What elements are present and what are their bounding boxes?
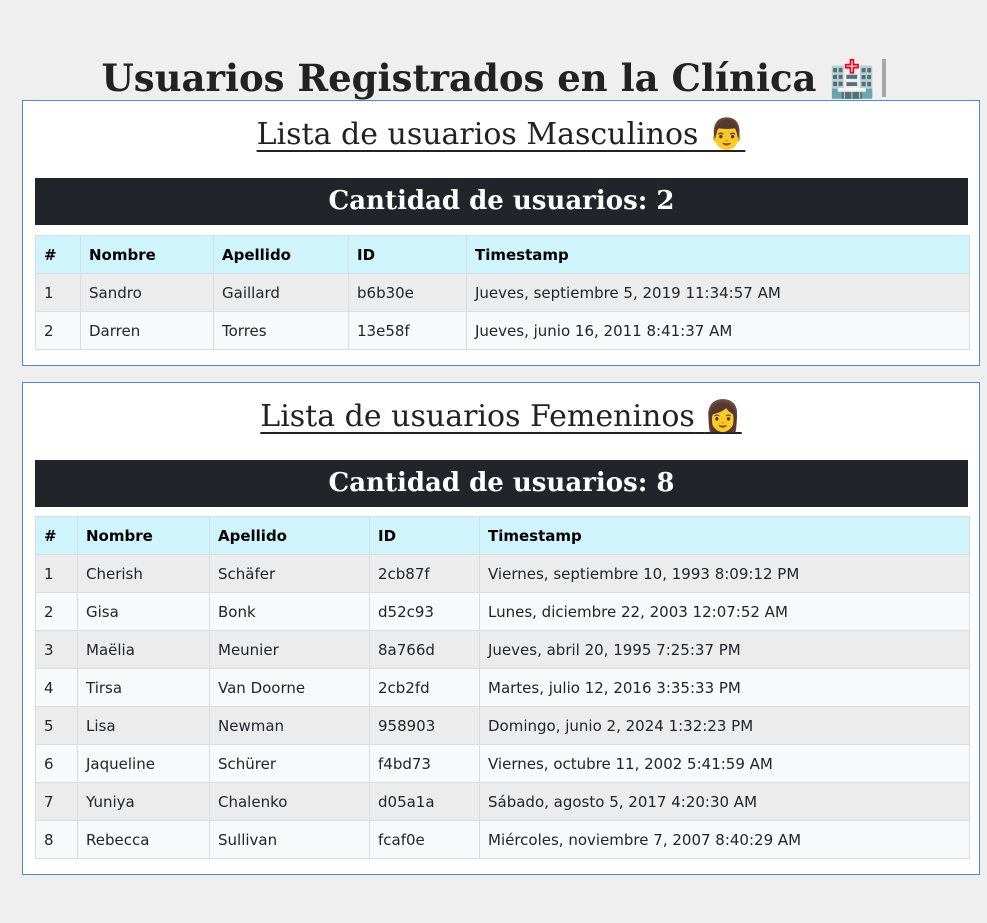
cell-id: 958903	[369, 706, 480, 745]
cell-nombre: Rebecca	[77, 820, 210, 859]
male-users-heading: Lista de usuarios Masculinos 👨	[23, 115, 979, 155]
cell-nombre: Gisa	[77, 592, 210, 631]
table-row: 6 Jaqueline Schürer f4bd73 Viernes, octu…	[35, 744, 970, 783]
cell-nombre: Yuniya	[77, 782, 210, 821]
cell-id: b6b30e	[348, 273, 467, 312]
female-users-card: Lista de usuarios Femeninos 👩 Cantidad d…	[22, 382, 980, 875]
cell-id: fcaf0e	[369, 820, 480, 859]
cell-number: 5	[35, 706, 78, 745]
cell-number: 3	[35, 630, 78, 669]
table-row: 2 Darren Torres 13e58f Jueves, junio 16,…	[35, 311, 970, 350]
text-cursor-caret	[881, 58, 886, 97]
cell-id: d05a1a	[369, 782, 480, 821]
male-users-card: Lista de usuarios Masculinos 👨 Cantidad …	[22, 100, 980, 366]
table-row: 8 Rebecca Sullivan fcaf0e Miércoles, nov…	[35, 820, 970, 859]
cell-apellido: Sullivan	[209, 820, 370, 859]
hospital-icon: 🏥	[829, 56, 876, 100]
table-row: 1 Cherish Schäfer 2cb87f Viernes, septie…	[35, 554, 970, 593]
column-header-number: #	[35, 235, 81, 274]
column-header-nombre: Nombre	[77, 516, 210, 555]
cell-id: 2cb2fd	[369, 668, 480, 707]
cell-timestamp: Jueves, junio 16, 2011 8:41:37 AM	[466, 311, 970, 350]
cell-id: 8a766d	[369, 630, 480, 669]
cell-number: 1	[35, 554, 78, 593]
cell-number: 4	[35, 668, 78, 707]
cell-timestamp: Lunes, diciembre 22, 2003 12:07:52 AM	[479, 592, 970, 631]
cell-apellido: Schürer	[209, 744, 370, 783]
cell-nombre: Jaqueline	[77, 744, 210, 783]
table-row: 4 Tirsa Van Doorne 2cb2fd Martes, julio …	[35, 668, 970, 707]
cell-apellido: Gaillard	[213, 273, 349, 312]
table-row: 5 Lisa Newman 958903 Domingo, junio 2, 2…	[35, 706, 970, 745]
cell-apellido: Newman	[209, 706, 370, 745]
female-users-table: # Nombre Apellido ID Timestamp 1 Cherish…	[35, 516, 970, 859]
man-icon: 👨	[708, 117, 746, 152]
page-title: Usuarios Registrados en la Clínica 🏥	[0, 51, 987, 106]
female-users-count: Cantidad de usuarios: 8	[35, 460, 968, 507]
cell-timestamp: Sábado, agosto 5, 2017 4:20:30 AM	[479, 782, 970, 821]
cell-number: 2	[35, 592, 78, 631]
cell-number: 8	[35, 820, 78, 859]
cell-number: 1	[35, 273, 81, 312]
cell-timestamp: Martes, julio 12, 2016 3:35:33 PM	[479, 668, 970, 707]
cell-apellido: Schäfer	[209, 554, 370, 593]
woman-icon: 👩	[704, 399, 742, 434]
cell-id: f4bd73	[369, 744, 480, 783]
column-header-timestamp: Timestamp	[479, 516, 970, 555]
cell-nombre: Tirsa	[77, 668, 210, 707]
cell-id: d52c93	[369, 592, 480, 631]
cell-apellido: Meunier	[209, 630, 370, 669]
cell-id: 13e58f	[348, 311, 467, 350]
table-row: 1 Sandro Gaillard b6b30e Jueves, septiem…	[35, 273, 970, 312]
cell-apellido: Torres	[213, 311, 349, 350]
female-users-heading-text: Lista de usuarios Femeninos	[260, 399, 695, 434]
column-header-id: ID	[369, 516, 480, 555]
column-header-apellido: Apellido	[213, 235, 349, 274]
column-header-apellido: Apellido	[209, 516, 370, 555]
column-header-nombre: Nombre	[80, 235, 214, 274]
cell-timestamp: Miércoles, noviembre 7, 2007 8:40:29 AM	[479, 820, 970, 859]
cell-apellido: Bonk	[209, 592, 370, 631]
male-users-table: # Nombre Apellido ID Timestamp 1 Sandro …	[35, 235, 970, 350]
cell-timestamp: Jueves, abril 20, 1995 7:25:37 PM	[479, 630, 970, 669]
cell-number: 7	[35, 782, 78, 821]
cell-timestamp: Domingo, junio 2, 2024 1:32:23 PM	[479, 706, 970, 745]
cell-number: 6	[35, 744, 78, 783]
cell-nombre: Darren	[80, 311, 214, 350]
table-header-row: # Nombre Apellido ID Timestamp	[35, 516, 970, 555]
cell-nombre: Sandro	[80, 273, 214, 312]
cell-apellido: Van Doorne	[209, 668, 370, 707]
column-header-timestamp: Timestamp	[466, 235, 970, 274]
male-users-count: Cantidad de usuarios: 2	[35, 178, 968, 225]
page-title-text: Usuarios Registrados en la Clínica	[101, 55, 817, 100]
cell-nombre: Cherish	[77, 554, 210, 593]
cell-nombre: Lisa	[77, 706, 210, 745]
cell-nombre: Maëlia	[77, 630, 210, 669]
cell-number: 2	[35, 311, 81, 350]
female-users-heading: Lista de usuarios Femeninos 👩	[23, 397, 979, 437]
cell-id: 2cb87f	[369, 554, 480, 593]
cell-timestamp: Viernes, octubre 11, 2002 5:41:59 AM	[479, 744, 970, 783]
table-row: 3 Maëlia Meunier 8a766d Jueves, abril 20…	[35, 630, 970, 669]
cell-apellido: Chalenko	[209, 782, 370, 821]
column-header-number: #	[35, 516, 78, 555]
cell-timestamp: Viernes, septiembre 10, 1993 8:09:12 PM	[479, 554, 970, 593]
table-row: 7 Yuniya Chalenko d05a1a Sábado, agosto …	[35, 782, 970, 821]
cell-timestamp: Jueves, septiembre 5, 2019 11:34:57 AM	[466, 273, 970, 312]
male-users-heading-text: Lista de usuarios Masculinos	[256, 117, 699, 152]
column-header-id: ID	[348, 235, 467, 274]
table-row: 2 Gisa Bonk d52c93 Lunes, diciembre 22, …	[35, 592, 970, 631]
table-header-row: # Nombre Apellido ID Timestamp	[35, 235, 970, 274]
